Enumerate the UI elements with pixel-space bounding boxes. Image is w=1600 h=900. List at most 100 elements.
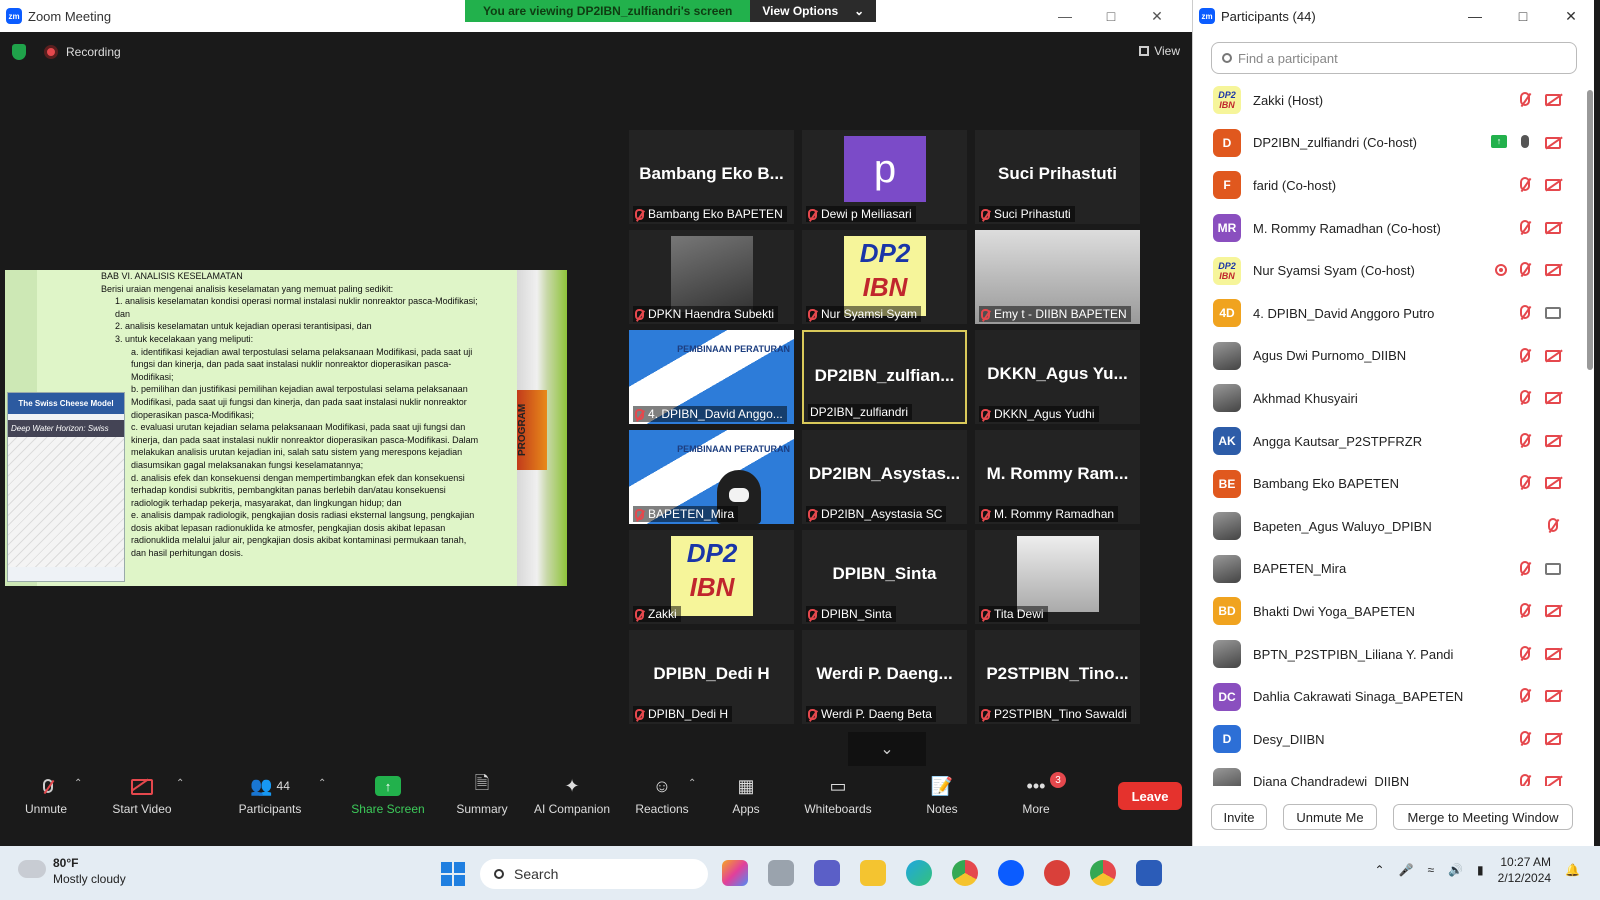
chevron-up-icon[interactable]: ⌃ (1374, 863, 1384, 877)
muted-mic-icon[interactable] (1517, 560, 1533, 577)
clock[interactable]: 10:27 AM 2/12/2024 (1498, 854, 1551, 886)
video-off-icon[interactable] (1545, 475, 1561, 491)
video-tile[interactable]: Emy t - DIIBN BAPETEN (975, 230, 1140, 324)
muted-mic-icon[interactable] (1517, 177, 1533, 193)
word-app-icon[interactable] (1136, 860, 1162, 886)
zoom-taskbar-icon[interactable] (998, 860, 1024, 886)
video-off-icon[interactable] (1545, 177, 1561, 193)
audio-options-caret-icon[interactable]: ⌃ (74, 778, 82, 789)
video-tile[interactable]: PEMBINAAN PERATURAN BAPETEN_Mira (629, 430, 794, 524)
chrome-profile-icon[interactable] (1090, 860, 1116, 886)
video-tile[interactable]: Bambang Eko B... Bambang Eko BAPETEN (629, 130, 794, 224)
minimize-icon[interactable]: — (1042, 8, 1088, 24)
cloud-icon[interactable] (18, 854, 46, 878)
participant-row[interactable]: Ffarid (Co-host) (1193, 164, 1585, 207)
microphone-icon[interactable]: 🎤 (1399, 863, 1414, 877)
video-off-icon[interactable] (1545, 220, 1561, 236)
video-tile[interactable]: DKKN_Agus Yu... DKKN_Agus Yudhi (975, 330, 1140, 424)
participant-row[interactable]: AK Angga Kautsar_P2STPFRZR (1193, 420, 1585, 463)
video-off-icon[interactable] (1545, 688, 1561, 704)
participants-caret-icon[interactable]: ⌃ (318, 778, 326, 789)
windows-start-icon[interactable] (441, 862, 465, 886)
video-off-icon[interactable] (1545, 774, 1561, 786)
video-tile[interactable]: M. Rommy Ram... M. Rommy Ramadhan (975, 430, 1140, 524)
muted-mic-icon[interactable] (1545, 517, 1561, 534)
chrome-browser-icon[interactable] (952, 860, 978, 886)
muted-mic-icon[interactable] (1517, 347, 1533, 364)
participant-row[interactable]: 4D 4. DPIBN_David Anggoro Putro (1193, 292, 1585, 335)
video-tile[interactable]: Suci Prihastuti Suci Prihastuti (975, 130, 1140, 224)
muted-mic-icon[interactable] (1517, 304, 1533, 321)
participant-row[interactable]: BPTN_P2STPIBN_Liliana Y. Pandi (1193, 633, 1585, 676)
whiteboards-button[interactable]: ▭ Whiteboards (792, 774, 884, 817)
close-icon[interactable]: ✕ (1547, 8, 1595, 25)
file-explorer-icon[interactable] (860, 860, 886, 886)
participant-row[interactable]: DC Dahlia Cakrawati Sinaga_BAPETEN (1193, 675, 1585, 718)
video-off-icon[interactable] (1545, 603, 1561, 619)
unmute-me-button[interactable]: Unmute Me (1283, 804, 1377, 830)
muted-mic-icon[interactable] (1517, 475, 1533, 491)
participant-search-input[interactable]: Find a participant (1211, 42, 1577, 74)
muted-mic-icon[interactable] (1517, 262, 1533, 278)
participant-row[interactable]: D Desy_DIIBN (1193, 718, 1585, 761)
maximize-icon[interactable]: □ (1499, 8, 1547, 24)
video-tile[interactable]: P2STPIBN_Tino... P2STPIBN_Tino Sawaldi (975, 630, 1140, 724)
edge-browser-icon[interactable] (906, 860, 932, 886)
participant-list[interactable]: DP2 IBN Zakki (Host) D DP2IBN_zulfiandri (Co… (1193, 79, 1585, 786)
participant-row[interactable]: BD Bhakti Dwi Yoga_BAPETEN (1193, 590, 1585, 633)
muted-mic-icon[interactable] (1517, 603, 1533, 619)
video-tile[interactable]: DP2 IBN Nur Syamsi Syam (802, 230, 967, 324)
muted-mic-icon[interactable] (1517, 219, 1533, 236)
notification-bell-icon[interactable]: 🔔 (1565, 863, 1580, 877)
video-tile[interactable]: DPIBN_Sinta DPIBN_Sinta (802, 530, 967, 624)
participant-list-scrollbar[interactable] (1587, 90, 1593, 370)
participant-row[interactable]: DP2 IBN Zakki (Host) (1193, 79, 1585, 122)
maximize-icon[interactable]: □ (1088, 8, 1134, 24)
video-off-icon[interactable] (1545, 646, 1561, 662)
view-options-button[interactable]: View Options ⌄ (750, 0, 877, 22)
participant-row[interactable]: Bapeten_Agus Waluyo_DPIBN (1193, 505, 1585, 548)
mic-on-icon[interactable] (1517, 134, 1533, 151)
muted-mic-icon[interactable] (1517, 730, 1533, 747)
leave-button[interactable]: Leave (1118, 782, 1182, 810)
close-icon[interactable]: ✕ (1134, 8, 1180, 25)
more-button[interactable]: ••• More (990, 774, 1082, 817)
share-screen-button[interactable]: ↑ Share Screen (342, 774, 434, 816)
video-tile[interactable]: Tita Dewi (975, 530, 1140, 624)
recording-icon[interactable] (44, 45, 58, 59)
participant-row[interactable]: MR M. Rommy Ramadhan (Co-host) (1193, 207, 1585, 250)
video-off-icon[interactable] (1545, 262, 1561, 278)
speaker-icon[interactable]: 🔊 (1448, 863, 1463, 877)
video-off-icon[interactable] (1545, 348, 1561, 364)
apps-button[interactable]: ▦ Apps (700, 774, 792, 817)
teams-chat-icon[interactable] (814, 860, 840, 886)
video-off-icon[interactable] (1545, 433, 1561, 449)
video-tile[interactable]: DP2IBN_Asystas... DP2IBN_Asystasia SC (802, 430, 967, 524)
invite-button[interactable]: Invite (1211, 804, 1267, 830)
ai-companion-button[interactable]: ✦ AI Companion (526, 774, 618, 817)
video-tile[interactable]: DP2IBN_zulfian... DP2IBN_zulfiandri (802, 330, 967, 424)
participant-row[interactable]: DP2 IBN Nur Syamsi Syam (Co-host) (1193, 249, 1585, 292)
muted-mic-icon[interactable] (1517, 645, 1533, 662)
video-tile[interactable]: DP2 IBN Zakki (629, 530, 794, 624)
start-video-button[interactable]: Start Video (96, 774, 188, 816)
security-shield-icon[interactable] (12, 44, 26, 60)
minimize-icon[interactable]: — (1451, 8, 1499, 24)
participant-row[interactable]: BE Bambang Eko BAPETEN (1193, 462, 1585, 505)
participant-row[interactable]: D DP2IBN_zulfiandri (Co-host) ↑ (1193, 122, 1585, 165)
participants-button[interactable]: 👥 44 Participants (224, 774, 316, 817)
red-app-icon[interactable] (1044, 860, 1070, 886)
video-off-icon[interactable] (1545, 92, 1561, 108)
video-tile[interactable]: DPIBN_Dedi H DPIBN_Dedi H (629, 630, 794, 724)
battery-icon[interactable]: ▮ (1477, 863, 1484, 877)
view-button[interactable]: View (1139, 44, 1180, 58)
wifi-icon[interactable]: ≈ (1428, 863, 1435, 877)
participant-row[interactable]: Diana Chandradewi_DIIBN (1193, 761, 1585, 786)
participant-row[interactable]: Akhmad Khusyairi (1193, 377, 1585, 420)
muted-mic-icon[interactable] (1517, 432, 1533, 449)
reactions-caret-icon[interactable]: ⌃ (688, 778, 696, 789)
video-on-icon[interactable] (1545, 305, 1561, 321)
task-view-icon[interactable] (768, 860, 794, 886)
muted-mic-icon[interactable] (1517, 92, 1533, 108)
video-options-caret-icon[interactable]: ⌃ (176, 778, 184, 789)
